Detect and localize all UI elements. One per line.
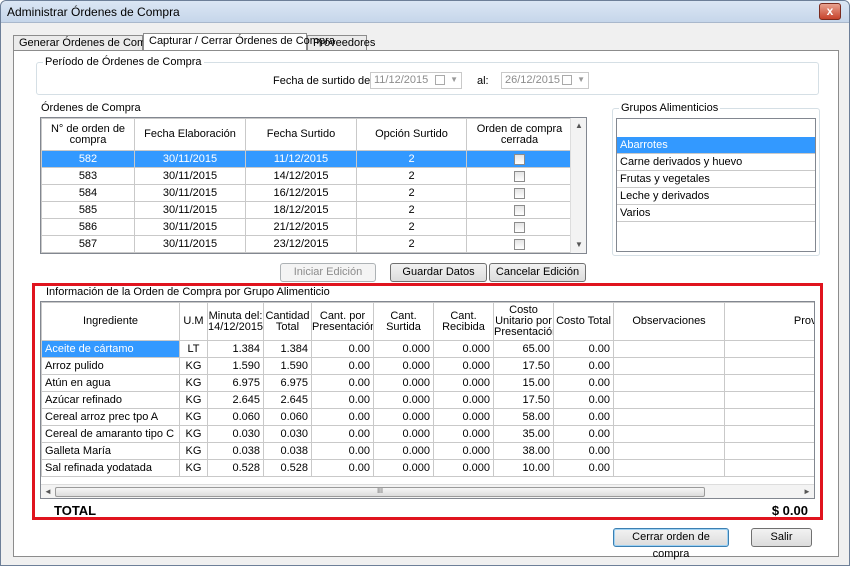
list-item[interactable]: Frutas y vegetales [617,171,815,188]
col-num-orden[interactable]: N° de orden de compra [41,118,135,151]
tab-capturar[interactable]: Capturar / Cerrar Órdenes de Compra [143,33,335,50]
cell-opc: 2 [356,167,467,185]
scroll-down-icon[interactable]: ▼ [571,237,586,253]
fecha-to-value: 26/12/2015 [505,74,561,86]
periodo-legend: Período de Órdenes de Compra [43,56,204,68]
cell-num: 582 [41,150,135,168]
cancelar-edicion-button[interactable]: Cancelar Edición [489,263,586,282]
fecha-from-picker[interactable]: 11/12/2015 ▼ [370,72,462,89]
cell-cerrada [466,201,573,219]
cell-elab: 30/11/2015 [134,218,246,236]
cell-surt: 16/12/2015 [245,184,357,202]
list-item[interactable]: Abarrotes [617,137,815,154]
calendar-icon [435,75,445,85]
table-row[interactable]: 585 30/11/2015 18/12/2015 2 [41,201,573,219]
cerrar-orden-button[interactable]: Cerrar orden de compra [613,528,729,560]
table-row[interactable]: 587 30/11/2015 23/12/2015 2 [41,235,573,253]
ordenes-group: Órdenes de Compra N° de orden de compra … [36,102,602,259]
table-row[interactable]: 583 30/11/2015 14/12/2015 2 [41,167,573,185]
highlight-frame [32,283,823,520]
ordenes-scrollbar[interactable]: ▲ ▼ [570,118,586,253]
cell-surt: 14/12/2015 [245,167,357,185]
cell-opc: 2 [356,201,467,219]
window-title: Administrar Órdenes de Compra [7,5,180,19]
cell-cerrada [466,167,573,185]
col-fecha-elaboracion[interactable]: Fecha Elaboración [134,118,246,151]
cerrada-checkbox[interactable] [514,153,525,165]
cell-surt: 18/12/2015 [245,201,357,219]
calendar-icon [562,75,572,85]
cell-elab: 30/11/2015 [134,235,246,253]
grupos-group: Grupos Alimenticios Abarrotes Carne deri… [612,102,820,256]
table-row[interactable]: 582 30/11/2015 11/12/2015 2 [41,150,573,168]
col-orden-cerrada[interactable]: Orden de compra cerrada [466,118,573,151]
fecha-from-label: Fecha de surtido del: [273,75,376,87]
chevron-down-icon: ▼ [450,75,458,84]
tab-generar[interactable]: Generar Órdenes de Compra. [13,35,165,50]
fecha-from-value: 11/12/2015 [374,74,429,86]
fecha-to-picker[interactable]: 26/12/2015 ▼ [501,72,589,89]
cell-surt: 11/12/2015 [245,150,357,168]
cerrada-checkbox[interactable] [514,204,525,216]
cell-elab: 30/11/2015 [134,150,246,168]
cell-cerrada [466,235,573,253]
cell-num: 584 [41,184,135,202]
table-row[interactable]: 584 30/11/2015 16/12/2015 2 [41,184,573,202]
cell-elab: 30/11/2015 [134,167,246,185]
col-opcion-surtido[interactable]: Opción Surtido [356,118,467,151]
cell-cerrada [466,218,573,236]
cell-num: 583 [41,167,135,185]
main-window: Administrar Órdenes de Compra x Generar … [0,0,850,566]
cell-elab: 30/11/2015 [134,201,246,219]
scroll-up-icon[interactable]: ▲ [571,118,586,134]
close-button[interactable]: x [819,3,841,20]
cerrada-checkbox[interactable] [514,221,525,233]
cell-opc: 2 [356,218,467,236]
cell-opc: 2 [356,235,467,253]
grupos-legend: Grupos Alimenticios [619,102,721,114]
cell-cerrada [466,184,573,202]
cerrada-checkbox[interactable] [514,238,525,250]
cerrada-checkbox[interactable] [514,170,525,182]
cell-opc: 2 [356,150,467,168]
ordenes-grid[interactable]: N° de orden de compra Fecha Elaboración … [40,117,587,254]
salir-button[interactable]: Salir [751,528,812,547]
col-fecha-surtido[interactable]: Fecha Surtido [245,118,357,151]
chevron-down-icon: ▼ [577,75,585,84]
cell-surt: 21/12/2015 [245,218,357,236]
cell-opc: 2 [356,184,467,202]
list-item[interactable]: Carne derivados y huevo [617,154,815,171]
iniciar-edicion-button[interactable]: Iniciar Edición [280,263,376,282]
table-row[interactable]: 586 30/11/2015 21/12/2015 2 [41,218,573,236]
cell-num: 586 [41,218,135,236]
ordenes-legend: Órdenes de Compra [39,102,143,114]
list-item[interactable]: Leche y derivados [617,188,815,205]
periodo-group: Período de Órdenes de Compra Fecha de su… [36,56,819,95]
cell-num: 585 [41,201,135,219]
cerrada-checkbox[interactable] [514,187,525,199]
grupos-list[interactable]: Abarrotes Carne derivados y huevo Frutas… [616,118,816,252]
cell-surt: 23/12/2015 [245,235,357,253]
cell-elab: 30/11/2015 [134,184,246,202]
list-item[interactable]: Varios [617,205,815,222]
cell-cerrada [466,150,573,168]
fecha-to-label: al: [477,75,489,87]
title-bar: Administrar Órdenes de Compra x [1,1,849,23]
cell-num: 587 [41,235,135,253]
guardar-datos-button[interactable]: Guardar Datos [390,263,487,282]
ordenes-table: N° de orden de compra Fecha Elaboración … [41,118,573,253]
